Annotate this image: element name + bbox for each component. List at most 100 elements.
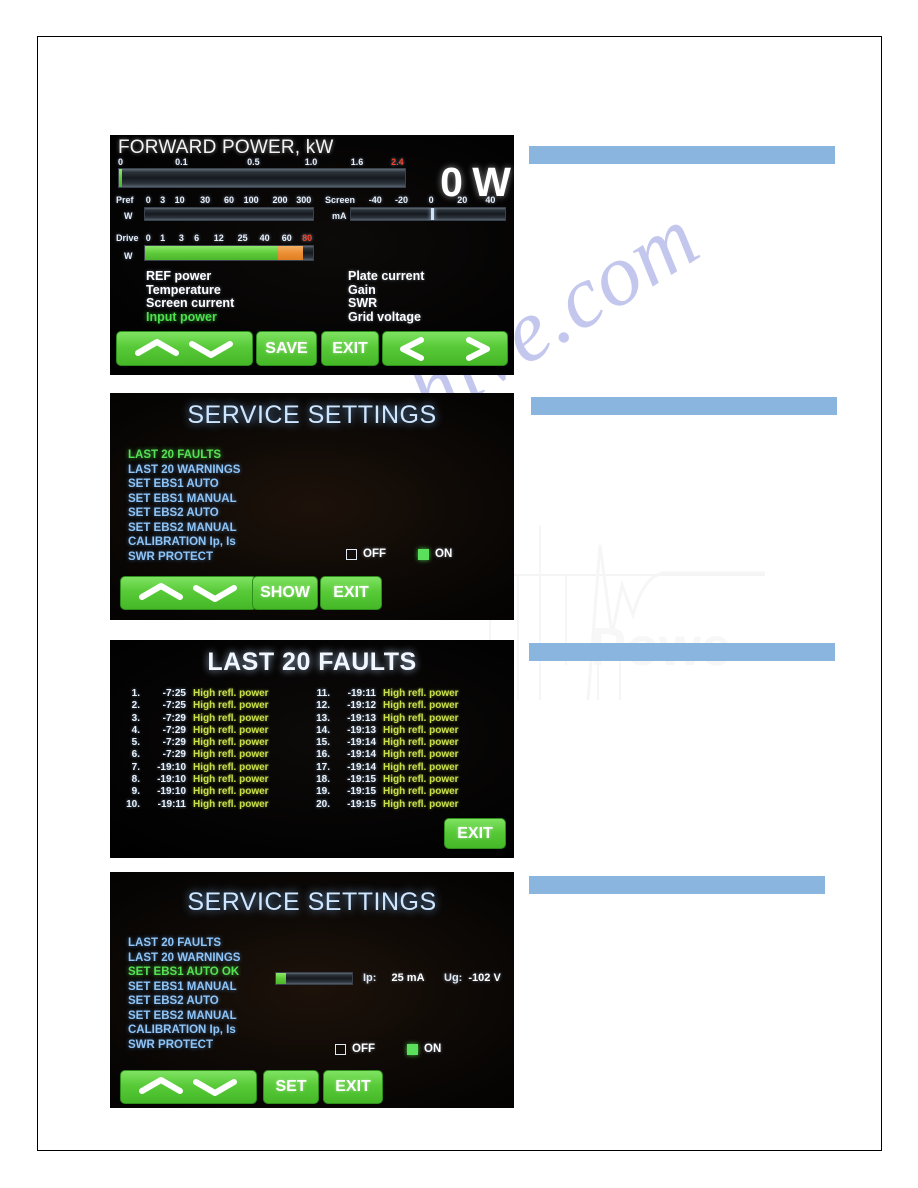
fault-row: 1. -7:25 High refl. power — [116, 688, 269, 700]
fault-time: -7:29 — [162, 749, 186, 761]
pref-tick: 30 — [200, 195, 211, 205]
parameter-menu-item[interactable]: Input power — [146, 310, 234, 325]
updown-button[interactable] — [120, 1070, 257, 1104]
fault-index: 3. — [131, 712, 140, 724]
service-settings-menu[interactable]: LAST 20 FAULTS LAST 20 WARNINGS SET EBS1 A… — [128, 936, 240, 1052]
service-settings-title: SERVICE SETTINGS — [187, 401, 437, 429]
chevron-up-icon — [138, 583, 183, 600]
fault-message: High refl. power — [193, 700, 269, 712]
service-menu-item[interactable]: CALIBRATION Ip, Is — [128, 535, 240, 550]
swr-protect-on-option[interactable]: ON — [418, 548, 452, 560]
fault-row: 15. -19:14 High refl. power — [306, 737, 458, 749]
save-button[interactable]: SAVE — [256, 331, 317, 366]
chevron-down-icon — [192, 1079, 237, 1096]
service-menu-item[interactable]: SET EBS1 MANUAL — [128, 492, 240, 507]
fault-row: 13. -19:13 High refl. power — [306, 713, 458, 725]
updown-button[interactable] — [116, 331, 253, 366]
parameter-menu-right[interactable]: Plate current Gain SWR Grid voltage — [348, 269, 424, 325]
chevron-down-icon — [192, 585, 237, 602]
forward-power-tick: 1.6 — [350, 157, 364, 167]
swr-protect-on-option[interactable]: ON — [407, 1043, 441, 1055]
exit-button[interactable]: EXIT — [321, 331, 379, 366]
chevron-right-icon — [466, 336, 490, 361]
service-menu-item[interactable]: SET EBS1 AUTO — [128, 477, 240, 492]
fault-index: 4. — [131, 724, 140, 736]
checkbox-off-icon[interactable] — [335, 1043, 346, 1055]
ip-measurement: Ip: 25 mA — [363, 972, 425, 984]
swr-off-label: OFF — [352, 1043, 375, 1055]
fault-time: -19:12 — [347, 700, 376, 712]
parameter-menu-item[interactable]: Temperature — [146, 283, 234, 298]
checkbox-on-icon[interactable] — [418, 548, 429, 560]
service-menu-item[interactable]: SET EBS2 AUTO — [128, 994, 240, 1009]
service-menu-item[interactable]: SET EBS1 MANUAL — [128, 980, 240, 995]
pref-tick: 0 — [145, 195, 151, 205]
parameter-menu-left[interactable]: REF power Temperature Screen current Input … — [146, 269, 234, 325]
service-menu-item[interactable]: LAST 20 FAULTS — [128, 448, 240, 463]
pref-tick: 100 — [243, 195, 259, 205]
fault-index: 19. — [316, 786, 330, 798]
service-menu-item[interactable]: LAST 20 FAULTS — [128, 936, 240, 951]
drive-tick: 12 — [213, 233, 224, 243]
fault-time: -7:25 — [162, 688, 186, 699]
service-menu-item[interactable]: SET EBS2 MANUAL — [128, 521, 240, 536]
checkbox-off-icon[interactable] — [346, 548, 357, 560]
parameter-menu-item[interactable]: REF power — [146, 269, 234, 284]
parameter-menu-item[interactable]: Gain — [348, 283, 424, 298]
service-menu-item[interactable]: SWR PROTECT — [128, 1038, 240, 1053]
swr-protect-off-option[interactable]: OFF — [335, 1043, 375, 1055]
screen-unit: mA — [332, 211, 347, 221]
updown-button[interactable] — [120, 576, 257, 610]
checkbox-on-icon[interactable] — [407, 1043, 418, 1055]
fault-index: 6. — [131, 749, 140, 761]
parameter-menu-item[interactable]: Plate current — [348, 269, 424, 284]
screen-tick: 40 — [485, 195, 496, 205]
set-button[interactable]: SET — [263, 1070, 319, 1104]
exit-button[interactable]: EXIT — [320, 576, 382, 610]
fault-time: -19:14 — [347, 761, 376, 773]
parameter-menu-item[interactable]: SWR — [348, 296, 424, 311]
service-menu-item[interactable]: CALIBRATION Ip, Is — [128, 1023, 240, 1038]
swr-protect-off-option[interactable]: OFF — [346, 548, 386, 560]
service-menu-item[interactable]: SET EBS1 AUTO OK — [128, 965, 240, 980]
fault-message: High refl. power — [193, 798, 269, 810]
exit-button[interactable]: EXIT — [444, 818, 506, 849]
service-menu-item[interactable]: SWR PROTECT — [128, 550, 240, 565]
fault-time: -19:15 — [347, 798, 376, 810]
fault-time: -19:11 — [347, 688, 376, 699]
service-menu-item[interactable]: LAST 20 WARNINGS — [128, 951, 240, 966]
service-menu-item[interactable]: SET EBS2 MANUAL — [128, 1009, 240, 1024]
fault-row: 20. -19:15 High refl. power — [306, 798, 458, 811]
fault-message: High refl. power — [193, 749, 269, 761]
redacted-caption-4 — [529, 876, 825, 894]
leftright-button[interactable] — [382, 331, 508, 366]
ebs-progress-bar — [275, 972, 353, 985]
fault-row: 12. -19:12 High refl. power — [306, 700, 458, 712]
screen-tick: 0 — [428, 195, 434, 205]
screen-scale: -40 -20 0 20 40 — [350, 195, 506, 206]
screen-bar — [350, 207, 506, 221]
pref-bar — [144, 207, 314, 221]
fault-time: -7:29 — [162, 712, 186, 724]
service-menu-item[interactable]: SET EBS2 AUTO — [128, 506, 240, 521]
parameter-menu-item[interactable]: Grid voltage — [348, 310, 424, 325]
drive-label: Drive — [116, 233, 139, 243]
chevron-down-icon — [188, 340, 233, 358]
exit-button[interactable]: EXIT — [323, 1070, 383, 1104]
fault-message: High refl. power — [193, 688, 269, 699]
fault-index: 7. — [131, 761, 140, 773]
fault-index: 16. — [316, 749, 330, 761]
service-settings-menu[interactable]: LAST 20 FAULTS LAST 20 WARNINGS SET EBS1 A… — [128, 448, 240, 564]
service-menu-item[interactable]: LAST 20 WARNINGS — [128, 463, 240, 478]
forward-power-tick: 0.5 — [247, 157, 260, 167]
fault-row: 3. -7:29 High refl. power — [116, 713, 269, 725]
fault-message: High refl. power — [383, 724, 459, 736]
fault-time: -7:29 — [162, 724, 186, 736]
screen-tick: -40 — [368, 195, 382, 205]
parameter-menu-item[interactable]: Screen current — [146, 296, 234, 311]
ug-value: -102 V — [468, 972, 501, 984]
screen-marker — [431, 208, 435, 220]
service-settings-title: SERVICE SETTINGS — [187, 888, 437, 916]
fault-time: -7:29 — [162, 737, 186, 749]
show-button[interactable]: SHOW — [252, 576, 318, 610]
